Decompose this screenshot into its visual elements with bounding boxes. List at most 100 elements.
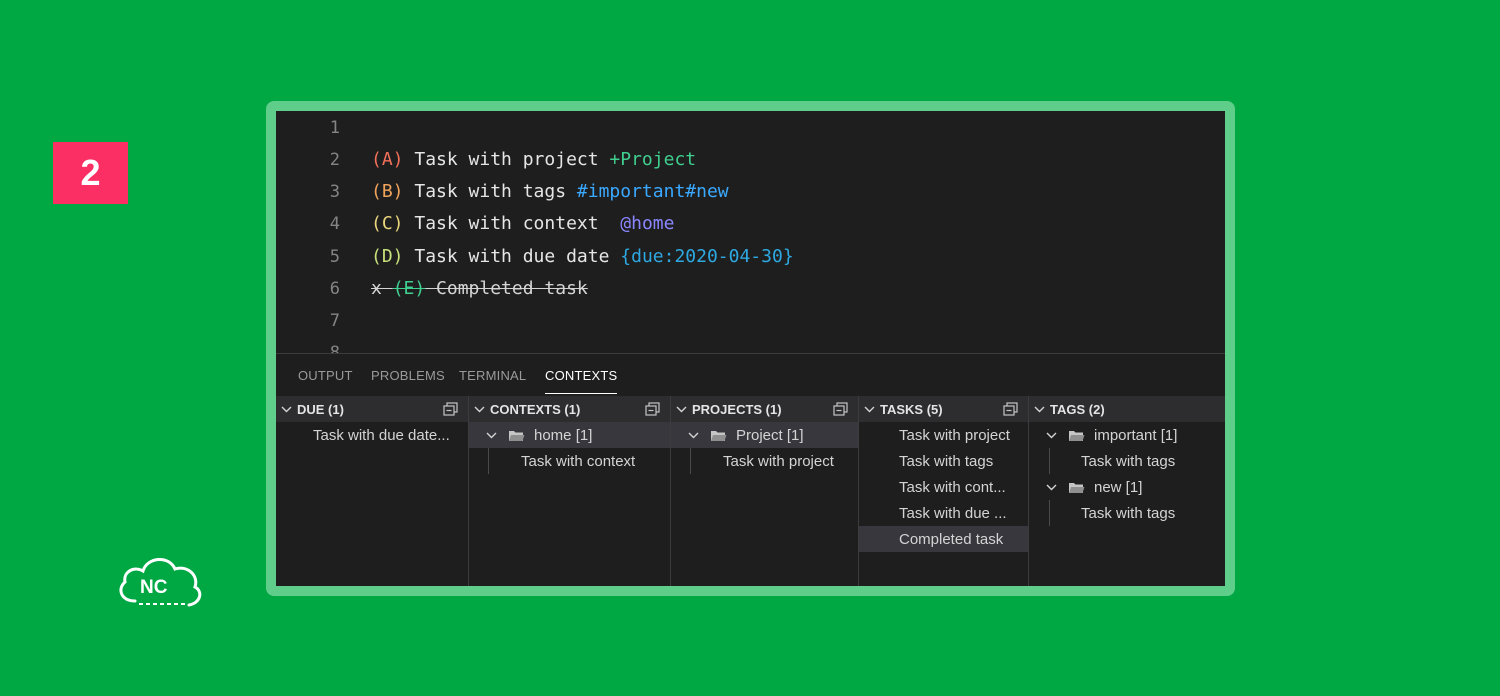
task-text: Task with project [403, 149, 610, 170]
chevron-down-icon [1034, 406, 1045, 412]
item-label: Task with context [521, 452, 636, 470]
folder-open-icon [1069, 430, 1085, 441]
collapse-all-icon[interactable] [1003, 402, 1018, 416]
item-label: Task with due date... [313, 426, 450, 444]
task-line: (D) Task with due date {due:2020-04-30} [371, 241, 794, 273]
priority: (E) [392, 278, 426, 299]
list-item[interactable]: Task with project [859, 422, 1028, 448]
task-line: (C) Task with context @home [371, 208, 674, 240]
group-label: home [1] [534, 426, 593, 444]
line-number: 1 [329, 118, 340, 138]
group-label: new [1] [1094, 478, 1143, 496]
item-label: Task with cont... [899, 478, 1006, 496]
list-item[interactable]: Task with due date... [276, 422, 468, 448]
editor-line: 1 [276, 112, 1225, 144]
item-label: Task with project [723, 452, 834, 470]
projects-view: PROJECTS (1) Project [1] Task with proje… [671, 396, 859, 586]
item-label: Completed task [899, 530, 1004, 548]
list-item[interactable]: Task with tags [859, 448, 1028, 474]
done-mark: x [371, 278, 393, 299]
tree-group[interactable]: new [1] [1029, 474, 1225, 500]
item-label: Task with due ... [899, 504, 1007, 522]
editor-line: 7 [276, 305, 1225, 337]
editor-line: 2 (A) Task with project +Project [276, 144, 1225, 176]
editor-line: 6 x (E) Completed task [276, 273, 1225, 305]
line-number: 3 [329, 182, 340, 202]
chevron-down-icon [474, 406, 485, 412]
priority: (B) [371, 181, 404, 202]
tag-token: #new [685, 181, 729, 202]
priority: (D) [371, 246, 404, 267]
nc-cloud-logo: NC [119, 558, 202, 607]
indent-guide [690, 448, 691, 474]
tree-group[interactable]: Project [1] [671, 422, 858, 448]
tags-view-header[interactable]: TAGS (2) [1029, 396, 1225, 422]
tasks-view-header[interactable]: TASKS (5) [859, 396, 1028, 422]
tab-output[interactable]: OUTPUT [298, 368, 353, 383]
tree-group[interactable]: important [1] [1029, 422, 1225, 448]
task-line: (A) Task with project +Project [371, 144, 696, 176]
view-title: TASKS (5) [880, 401, 943, 417]
completed-task-line: x (E) Completed task [371, 273, 588, 305]
group-label: Project [1] [736, 426, 804, 444]
due-view-header[interactable]: DUE (1) [276, 396, 468, 422]
vscode-window: 1 2 (A) Task with project +Project 3 (B)… [276, 111, 1225, 586]
due-token: {due:2020-04-30} [620, 246, 794, 267]
collapse-all-icon[interactable] [833, 402, 848, 416]
chevron-down-icon [864, 406, 875, 412]
bottom-panel: OUTPUT PROBLEMS TERMINAL CONTEXTS DUE (1… [276, 353, 1225, 586]
tree-item[interactable]: Task with tags [1029, 500, 1225, 526]
due-view: DUE (1) Task with due date... [276, 396, 469, 586]
group-label: important [1] [1094, 426, 1178, 444]
collapse-all-icon[interactable] [443, 402, 458, 416]
tab-contexts[interactable]: CONTEXTS [545, 368, 618, 394]
line-number: 5 [329, 247, 340, 267]
tree-group[interactable]: home [1] [469, 422, 670, 448]
view-title: DUE (1) [297, 401, 344, 417]
tree-item[interactable]: Task with tags [1029, 448, 1225, 474]
text-editor[interactable]: 1 2 (A) Task with project +Project 3 (B)… [276, 111, 1225, 353]
priority: (A) [371, 149, 404, 170]
contexts-view-header[interactable]: CONTEXTS (1) [469, 396, 670, 422]
line-number: 6 [329, 279, 340, 299]
folder-open-icon [1069, 482, 1085, 493]
task-line: (B) Task with tags #important#new [371, 176, 729, 208]
svg-text:NC: NC [140, 577, 168, 598]
projects-view-header[interactable]: PROJECTS (1) [671, 396, 858, 422]
view-title: CONTEXTS (1) [490, 401, 581, 417]
chevron-down-icon [281, 406, 292, 412]
editor-line: 8 [276, 337, 1225, 353]
item-label: Task with tags [1081, 504, 1176, 522]
indent-guide [1049, 500, 1050, 526]
line-number: 4 [329, 214, 340, 234]
project-token: +Project [609, 149, 697, 170]
list-item[interactable]: Task with cont... [859, 474, 1028, 500]
editor-line: 4 (C) Task with context @home [276, 208, 1225, 240]
chevron-down-icon [486, 432, 497, 438]
item-label: Task with tags [899, 452, 994, 470]
chevron-down-icon [1046, 484, 1057, 490]
view-title: PROJECTS (1) [692, 401, 782, 417]
item-label: Task with project [899, 426, 1010, 444]
line-number: 8 [329, 343, 340, 353]
task-text: Task with due date [403, 246, 621, 267]
contexts-view: CONTEXTS (1) home [1] Task with context [469, 396, 671, 586]
folder-open-icon [509, 430, 525, 441]
list-item[interactable]: Completed task [859, 526, 1028, 552]
tree-item[interactable]: Task with context [469, 448, 670, 474]
editor-line: 5 (D) Task with due date {due:2020-04-30… [276, 241, 1225, 273]
tasks-view: TASKS (5) Task with project Task with ta… [859, 396, 1029, 586]
task-text: Task with context [403, 213, 621, 234]
line-number: 7 [329, 311, 340, 331]
tree-item[interactable]: Task with project [671, 448, 858, 474]
tab-problems[interactable]: PROBLEMS [371, 368, 445, 383]
context-token: @home [620, 213, 675, 234]
view-title: TAGS (2) [1050, 401, 1105, 417]
item-label: Task with tags [1081, 452, 1176, 470]
list-item[interactable]: Task with due ... [859, 500, 1028, 526]
tag-token: #important [576, 181, 686, 202]
collapse-all-icon[interactable] [645, 402, 660, 416]
step-badge: 2 [53, 142, 128, 204]
priority: (C) [371, 213, 404, 234]
tab-terminal[interactable]: TERMINAL [459, 368, 526, 383]
